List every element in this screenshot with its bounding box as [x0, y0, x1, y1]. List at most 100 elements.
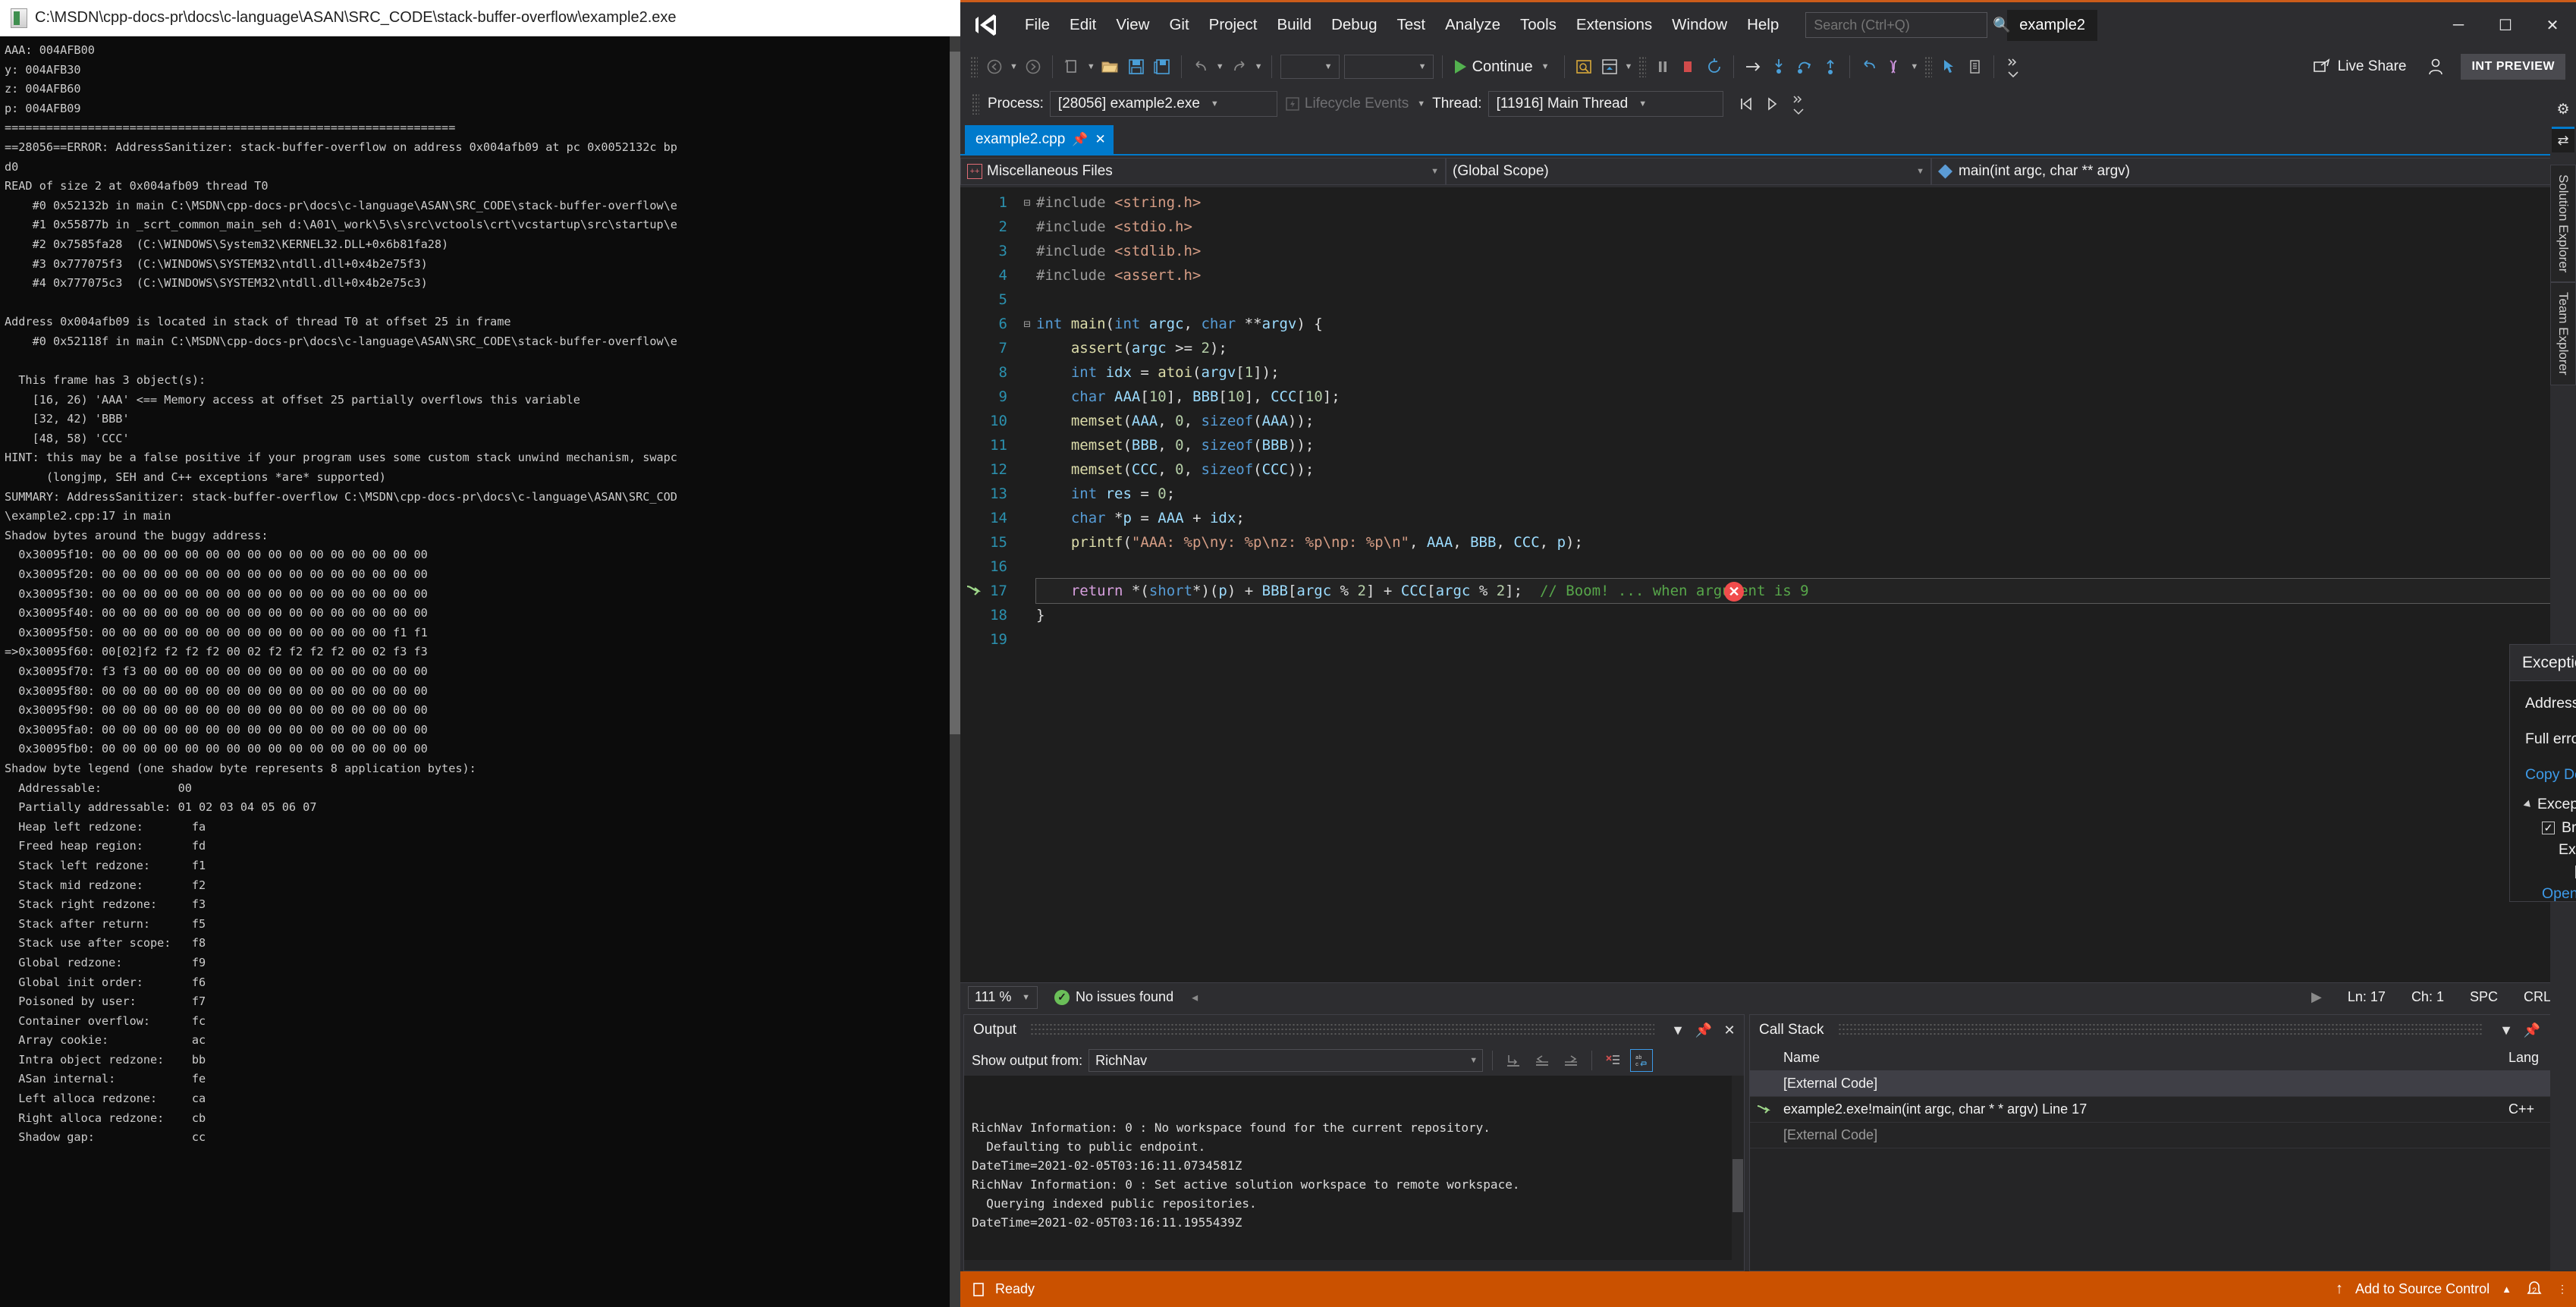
- redo-icon[interactable]: [1228, 55, 1251, 78]
- expand-icon[interactable]: ▶: [2311, 989, 2322, 1005]
- hot-reload-icon[interactable]: [1572, 55, 1595, 78]
- restart-dropdown-icon[interactable]: ▼: [1625, 62, 1633, 71]
- stack-frame-next-icon[interactable]: [1761, 93, 1784, 115]
- go-to-next-message-icon[interactable]: [1560, 1049, 1582, 1072]
- code-line[interactable]: 13 int res = 0;: [960, 482, 2562, 506]
- code-line[interactable]: 16: [960, 555, 2562, 579]
- close-button[interactable]: ✕: [2529, 2, 2576, 48]
- toolbar-grip[interactable]: [1638, 56, 1647, 77]
- platform-combo[interactable]: ▼: [1343, 55, 1434, 79]
- open-file-icon[interactable]: [1099, 55, 1122, 78]
- menu-item-help[interactable]: Help: [1737, 11, 1789, 39]
- source-control-dropdown-icon[interactable]: ▲: [2502, 1283, 2512, 1295]
- console-scrollbar[interactable]: [950, 36, 960, 1307]
- notifications-icon[interactable]: 2: [2524, 1279, 2545, 1300]
- restart-app-icon[interactable]: [1598, 55, 1621, 78]
- output-source-combo[interactable]: RichNav ▼: [1089, 1049, 1484, 1072]
- code-line[interactable]: 3 #include <stdlib.h>: [960, 239, 2562, 263]
- undo-icon[interactable]: [1189, 55, 1212, 78]
- clear-all-icon[interactable]: [1601, 1049, 1624, 1072]
- code-line[interactable]: 7 assert(argc >= 2);: [960, 336, 2562, 360]
- code-line[interactable]: 1 ⊟ #include <string.h>: [960, 190, 2562, 215]
- call-stack-name-column-header[interactable]: Name: [1777, 1050, 2508, 1066]
- show-next-statement-icon[interactable]: [1742, 55, 1764, 78]
- thread-combo[interactable]: [11916] Main Thread ▼: [1487, 91, 1723, 117]
- toolbar-overflow-icon[interactable]: [2002, 55, 2025, 78]
- code-line[interactable]: 5: [960, 287, 2562, 312]
- continue-button[interactable]: Continue ▼: [1449, 54, 1558, 80]
- restart-debugging-icon[interactable]: [1703, 55, 1726, 78]
- error-marker-icon[interactable]: ✕: [1724, 582, 1744, 602]
- tool-tab-solution-explorer[interactable]: Solution Explorer: [2550, 165, 2576, 283]
- menu-item-git[interactable]: Git: [1159, 11, 1198, 39]
- lifecycle-dropdown-icon[interactable]: ▼: [1417, 99, 1425, 108]
- stack-frame-prev-icon[interactable]: [1736, 93, 1758, 115]
- indent-mode-label[interactable]: SPC: [2470, 989, 2498, 1005]
- call-stack-row[interactable]: [External Code]: [1750, 1071, 2572, 1097]
- menu-item-build[interactable]: Build: [1267, 11, 1321, 39]
- menu-item-debug[interactable]: Debug: [1321, 11, 1387, 39]
- pin-icon[interactable]: 📌: [1694, 1020, 1714, 1040]
- navigate-backward-dropdown-icon[interactable]: ▼: [1010, 62, 1018, 71]
- navbar-member-combo[interactable]: main(int argc, char ** argv) ▼: [1931, 158, 2576, 185]
- exception-settings-header[interactable]: Exception Settings: [2523, 796, 2576, 813]
- fold-toggle-icon[interactable]: ⊟: [1018, 190, 1036, 215]
- tab-example2-cpp[interactable]: example2.cpp 📌 ✕: [965, 125, 1114, 154]
- threads-dropdown-icon[interactable]: ▼: [1910, 62, 1918, 71]
- save-all-icon[interactable]: [1151, 55, 1173, 78]
- navigate-backward-icon[interactable]: [983, 55, 1006, 78]
- toolbar-grip[interactable]: [1924, 56, 1933, 77]
- go-to-previous-message-icon[interactable]: [1531, 1049, 1553, 1072]
- status-grip[interactable]: ⋮: [2557, 1283, 2568, 1296]
- output-vertical-scrollbar[interactable]: [1732, 1076, 1744, 1260]
- step-into-icon[interactable]: [1767, 55, 1790, 78]
- diagnostics-icon[interactable]: [1963, 55, 1986, 78]
- code-editor[interactable]: 1 ⊟ #include <string.h> 2 #include <stdio.h>…: [960, 187, 2576, 996]
- toolbar-grip[interactable]: [970, 56, 978, 77]
- int-preview-badge[interactable]: INT PREVIEW: [2461, 54, 2565, 80]
- search-input[interactable]: [1814, 17, 1990, 33]
- menu-item-test[interactable]: Test: [1387, 11, 1435, 39]
- issues-indicator[interactable]: ✓ No issues found: [1054, 989, 1173, 1005]
- find-message-icon[interactable]: [1502, 1049, 1525, 1072]
- code-line[interactable]: 8 int idx = atoi(argv[1]);: [960, 360, 2562, 385]
- menu-item-file[interactable]: File: [1015, 11, 1060, 39]
- set-next-statement-icon[interactable]: [1858, 55, 1880, 78]
- add-to-source-control-label[interactable]: Add to Source Control: [2355, 1281, 2490, 1297]
- menu-item-project[interactable]: Project: [1199, 11, 1268, 39]
- panel-drag-handle[interactable]: [1030, 1023, 1654, 1038]
- live-share-button[interactable]: Live Share: [2306, 55, 2413, 79]
- debug-overflow-icon[interactable]: [1787, 93, 1810, 115]
- code-line[interactable]: 10 memset(AAA, 0, sizeof(AAA));: [960, 409, 2562, 433]
- chevron-down-icon[interactable]: ▼: [2496, 1020, 2516, 1040]
- navbar-file-combo[interactable]: ++ Miscellaneous Files ▼: [960, 158, 1446, 185]
- close-icon[interactable]: ✕: [1095, 132, 1105, 147]
- auto-hide-icon[interactable]: ⇄: [2552, 127, 2574, 152]
- call-stack-row[interactable]: [External Code]: [1750, 1123, 2572, 1148]
- continue-dropdown-icon[interactable]: ▼: [1541, 62, 1550, 71]
- console-scrollbar-thumb[interactable]: [950, 52, 960, 734]
- pause-icon[interactable]: [1651, 55, 1674, 78]
- open-exception-settings-link[interactable]: Open Exception Settings: [2542, 885, 2576, 903]
- save-icon[interactable]: [1125, 55, 1148, 78]
- tool-tab-team-explorer[interactable]: Team Explorer: [2550, 282, 2576, 386]
- menu-item-tools[interactable]: Tools: [1510, 11, 1566, 39]
- redo-dropdown-icon[interactable]: ▼: [1255, 62, 1263, 71]
- configuration-combo[interactable]: ▼: [1280, 55, 1340, 79]
- lifecycle-events-label[interactable]: Lifecycle Events: [1305, 96, 1409, 112]
- navigate-forward-icon[interactable]: [1022, 55, 1045, 78]
- code-line[interactable]: 6 ⊟ int main(int argc, char **argv) {: [960, 312, 2562, 336]
- account-icon[interactable]: [2424, 55, 2447, 78]
- code-line[interactable]: 12 memset(CCC, 0, sizeof(CCC));: [960, 457, 2562, 482]
- fold-toggle-icon[interactable]: ⊟: [1018, 312, 1036, 336]
- code-line[interactable]: 11 memset(BBB, 0, sizeof(BBB));: [960, 433, 2562, 457]
- menu-item-window[interactable]: Window: [1662, 11, 1737, 39]
- code-line[interactable]: 2 #include <stdio.h>: [960, 215, 2562, 239]
- new-project-dropdown-icon[interactable]: ▼: [1087, 62, 1095, 71]
- copy-details-link[interactable]: Copy Details: [2525, 766, 2576, 784]
- menu-item-analyze[interactable]: Analyze: [1435, 11, 1510, 39]
- gear-icon[interactable]: ⚙: [2552, 98, 2574, 121]
- pointer-select-icon[interactable]: [1937, 55, 1960, 78]
- code-line[interactable]: 9 char AAA[10], BBB[10], CCC[10];: [960, 385, 2562, 409]
- code-line[interactable]: 14 char *p = AAA + idx;: [960, 506, 2562, 530]
